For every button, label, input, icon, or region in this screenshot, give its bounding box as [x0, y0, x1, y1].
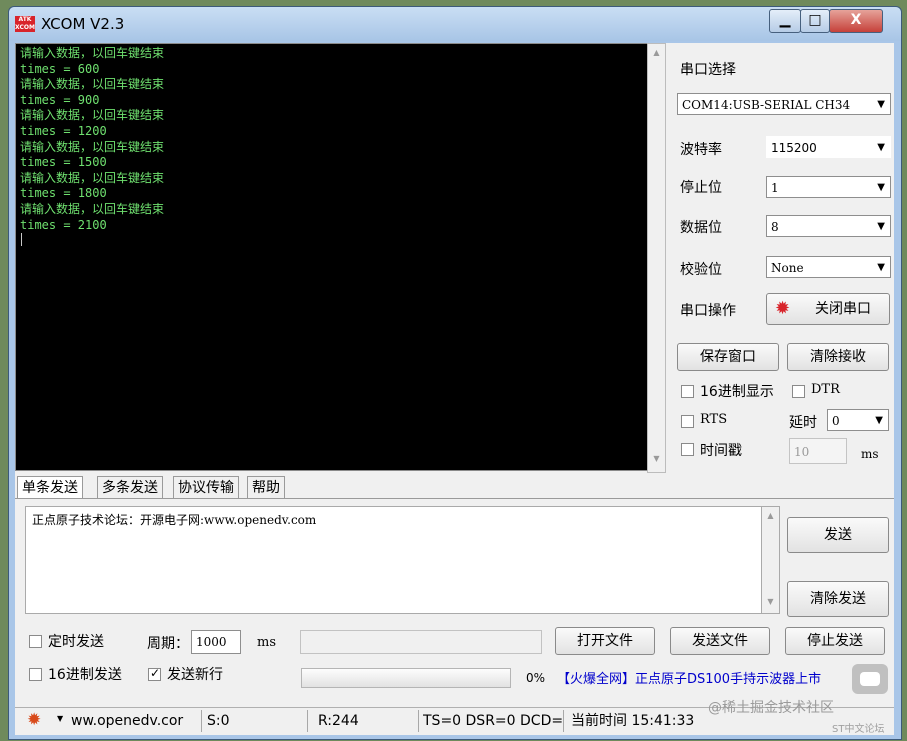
port-select[interactable]: COM14:USB-SERIAL CH34 ▼ — [677, 93, 891, 115]
stop-bits-label: 停止位 — [680, 180, 722, 196]
delay-value: 0 — [832, 414, 840, 428]
maximize-button[interactable]: □ — [800, 9, 830, 33]
save-window-button[interactable]: 保存窗口 — [677, 343, 779, 371]
app-window: ATK XCOM XCOM V2.3 ▁ □ X 请输入数据，以回车键结束 ti… — [8, 6, 902, 740]
delay-select[interactable]: 0 ▼ — [827, 409, 889, 431]
period-input[interactable]: 1000 — [191, 630, 241, 654]
app-logo: ATK XCOM — [15, 16, 35, 32]
send-file-button[interactable]: 发送文件 — [670, 627, 770, 655]
tab-protocol[interactable]: 协议传输 — [173, 476, 239, 498]
chevron-down-icon: ▼ — [877, 99, 885, 110]
file-path-field[interactable] — [300, 630, 542, 654]
hex-send-checkbox[interactable] — [29, 668, 42, 681]
scroll-up-icon[interactable]: ▲ — [648, 48, 665, 57]
timed-send-label: 定时发送 — [48, 634, 104, 650]
rts-label: RTS — [700, 412, 728, 427]
chat-badge-icon — [852, 664, 888, 694]
text-cursor — [21, 233, 22, 246]
close-port-label: 关闭串口 — [815, 301, 871, 317]
chevron-down-icon: ▼ — [877, 262, 885, 273]
rts-checkbox[interactable] — [681, 415, 694, 428]
baud-value: 115200 — [771, 141, 817, 155]
client-area: 请输入数据，以回车键结束 times = 600 请输入数据，以回车键结束 ti… — [15, 43, 894, 735]
delay-label: 延时 — [789, 415, 817, 431]
status-sent-count: S:0 — [207, 710, 308, 732]
baud-label: 波特率 — [680, 142, 722, 158]
status-signals: TS=0 DSR=0 DCD= — [423, 710, 564, 732]
badge-label: ST中文论坛 — [832, 724, 885, 735]
tab-help[interactable]: 帮助 — [247, 476, 285, 498]
minimize-button[interactable]: ▁ — [769, 9, 801, 33]
timestamp-checkbox[interactable] — [681, 443, 694, 456]
chevron-down-icon: ▼ — [875, 415, 883, 426]
close-button[interactable]: X — [829, 9, 883, 33]
tab-single-send[interactable]: 单条发送 — [17, 476, 83, 498]
timestamp-label: 时间戳 — [700, 443, 742, 459]
chevron-down-icon: ▼ — [877, 182, 885, 193]
port-op-label: 串口操作 — [680, 303, 736, 319]
chevron-down-icon[interactable]: ▼ — [57, 714, 63, 723]
send-newline-checkbox[interactable] — [148, 666, 161, 681]
chevron-down-icon: ▼ — [877, 221, 885, 232]
close-port-button[interactable]: ✹ 关闭串口 — [766, 293, 890, 325]
send-progress-bar — [301, 668, 511, 688]
data-bits-value: 8 — [771, 220, 779, 234]
title-bar[interactable]: ATK XCOM XCOM V2.3 ▁ □ X — [9, 7, 901, 41]
scroll-up-icon[interactable]: ▲ — [762, 511, 779, 520]
hex-display-label: 16进制显示 — [700, 384, 774, 400]
status-received-count: R:244 — [318, 710, 419, 732]
watermark-text: @稀土掘金技术社区 — [708, 700, 834, 716]
parity-label: 校验位 — [680, 262, 722, 278]
timed-send-checkbox[interactable] — [29, 635, 42, 648]
send-textarea[interactable]: 正点原子技术论坛：开源电子网:www.openedv.com — [25, 506, 773, 614]
stop-bits-value: 1 — [771, 181, 779, 195]
port-label: 串口选择 — [680, 62, 736, 78]
clear-send-button[interactable]: 清除发送 — [787, 581, 889, 617]
ad-link[interactable]: 【火爆全网】正点原子DS100手持示波器上市 — [557, 668, 821, 687]
period-unit: ms — [257, 635, 276, 650]
send-newline-label: 发送新行 — [167, 667, 223, 683]
hex-display-checkbox[interactable] — [681, 385, 694, 398]
port-value: COM14:USB-SERIAL CH34 — [682, 98, 851, 112]
gear-icon[interactable]: ✹ — [27, 710, 41, 730]
data-bits-select[interactable]: 8 ▼ — [766, 215, 891, 237]
dtr-label: DTR — [811, 382, 840, 397]
progress-percent: 0% — [526, 671, 546, 685]
stop-send-button[interactable]: 停止发送 — [785, 627, 885, 655]
window-title: XCOM V2.3 — [41, 15, 125, 33]
scroll-down-icon[interactable]: ▼ — [762, 597, 779, 606]
timestamp-unit: ms — [861, 447, 879, 461]
tab-multi-send[interactable]: 多条发送 — [97, 476, 163, 498]
period-label: 周期： — [147, 636, 189, 652]
dtr-checkbox[interactable] — [792, 385, 805, 398]
data-bits-label: 数据位 — [680, 220, 722, 236]
chevron-down-icon: ▼ — [877, 142, 885, 153]
terminal-text: 请输入数据，以回车键结束 times = 600 请输入数据，以回车键结束 ti… — [20, 46, 165, 232]
terminal-scrollbar[interactable]: ▲ ▼ — [647, 43, 666, 473]
stop-bits-select[interactable]: 1 ▼ — [766, 176, 891, 198]
send-button[interactable]: 发送 — [787, 517, 889, 553]
status-time: 当前时间 15:41:33 — [571, 713, 695, 729]
receive-terminal[interactable]: 请输入数据，以回车键结束 times = 600 请输入数据，以回车键结束 ti… — [15, 43, 649, 471]
scroll-down-icon[interactable]: ▼ — [648, 454, 665, 463]
clear-receive-button[interactable]: 清除接收 — [787, 343, 889, 371]
timestamp-interval-input[interactable]: 10 — [789, 438, 847, 464]
send-text: 正点原子技术论坛：开源电子网:www.openedv.com — [32, 513, 317, 527]
app-logo-text: ATK XCOM — [15, 16, 35, 31]
parity-select[interactable]: None ▼ — [766, 256, 891, 278]
parity-value: None — [771, 261, 804, 275]
baud-select[interactable]: 115200 ▼ — [766, 136, 891, 158]
hex-send-label: 16进制发送 — [48, 667, 122, 683]
status-url[interactable]: ww.openedv.cor — [71, 710, 202, 732]
open-file-button[interactable]: 打开文件 — [555, 627, 655, 655]
port-status-icon: ✹ — [775, 298, 791, 319]
send-scrollbar[interactable]: ▲ ▼ — [761, 506, 780, 614]
